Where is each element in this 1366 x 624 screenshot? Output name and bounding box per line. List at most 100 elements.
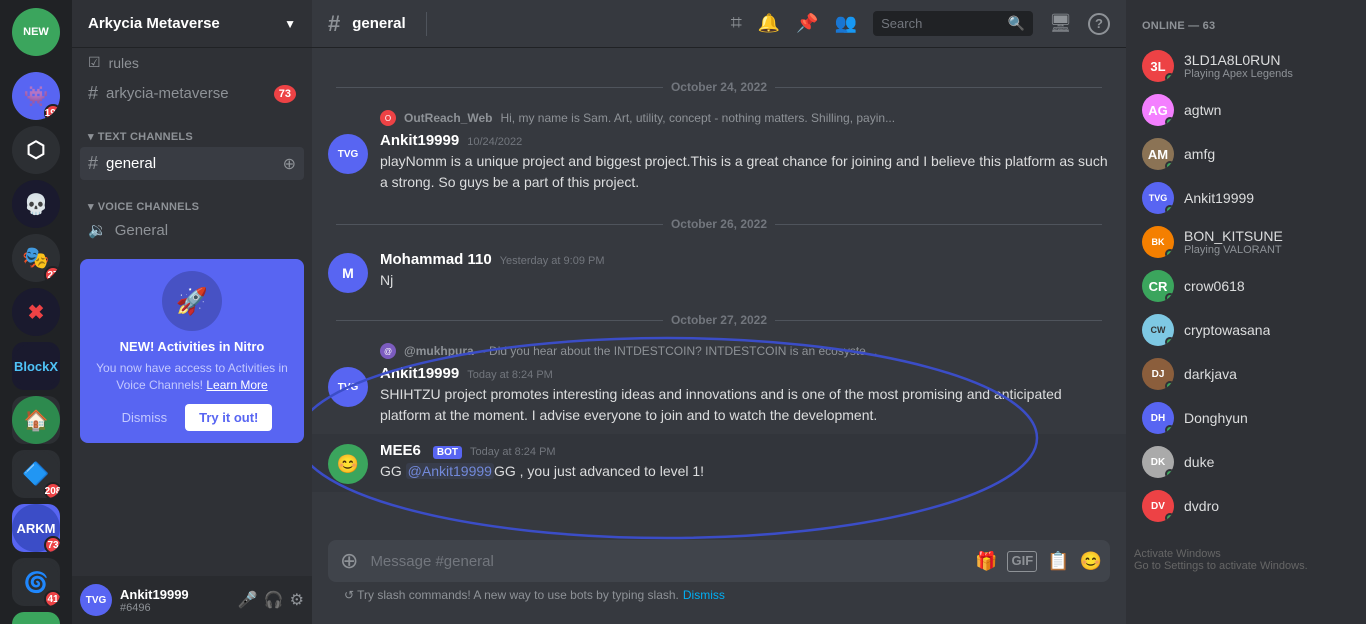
input-icons: 🎁 GIF 📋 😊 <box>975 551 1102 572</box>
chat-header: # general ⌗ 🔔 📌 👥 🔍 🖥 ? <box>312 0 1126 48</box>
member-status-duke <box>1165 469 1174 478</box>
rules-channel[interactable]: ☑ rules <box>72 48 312 77</box>
server-icon-3[interactable]: ⬡ <box>12 126 60 174</box>
msg-time-3: Today at 8:24 PM <box>467 369 553 381</box>
member-status-dvdro <box>1165 513 1174 522</box>
search-icon: 🔍 <box>1008 15 1025 32</box>
text-channels-category[interactable]: ▾ TEXT CHANNELS <box>80 126 304 147</box>
reply-indicator-2: @ @mukhpura - Did you hear about the INT… <box>380 343 1126 361</box>
general-channel-label: general <box>106 155 156 172</box>
member-3ld1a8l0run[interactable]: 3L 3LD1A8L0RUN Playing Apex Legends <box>1134 44 1358 88</box>
add-member-icon[interactable]: ⊕ <box>283 154 296 174</box>
member-status-amfg <box>1165 161 1174 170</box>
message-input[interactable] <box>370 541 967 582</box>
emoji-icon[interactable]: 😊 <box>1080 551 1102 572</box>
msg-content-2: Mohammad 110 Yesterday at 9:09 PM Nj <box>380 251 1110 293</box>
member-status-3ld <box>1165 73 1174 82</box>
dismiss-slash-link[interactable]: Dismiss <box>683 588 725 602</box>
server-list: NEW 👾 191 ⬡ 💀 🎭 27 ✖ BlockX 🏠 🔷 208 ARKM… <box>0 0 72 624</box>
chat-input-area: ⊕ 🎁 GIF 📋 😊 ↺ Try slash commands! A new … <box>312 540 1126 624</box>
member-status-crypto <box>1165 337 1174 346</box>
inbox-icon[interactable]: 🖥 <box>1049 13 1072 34</box>
server-badge-5: 27 <box>44 266 60 282</box>
nitro-rocket-icon: 🚀 <box>162 271 222 331</box>
threads-icon[interactable]: ⌗ <box>731 12 742 35</box>
voice-general-channel[interactable]: 🔉 General <box>80 217 304 243</box>
member-status-bon <box>1165 249 1174 258</box>
member-name-agtwn: agtwn <box>1184 102 1221 118</box>
user-name: Ankit19999 <box>120 587 230 602</box>
member-dvdro[interactable]: DV dvdro <box>1134 484 1358 528</box>
search-bar[interactable]: 🔍 <box>873 11 1033 36</box>
member-agtwn[interactable]: AG agtwn <box>1134 88 1358 132</box>
reply-text-1: Hi, my name is Sam. Art, utility, concep… <box>500 111 895 125</box>
server-icon-2[interactable]: 👾 191 <box>12 72 60 120</box>
gift-icon[interactable]: 🎁 <box>975 551 997 572</box>
msg-header-2: Mohammad 110 Yesterday at 9:09 PM <box>380 251 1110 268</box>
voice-channels-label: VOICE CHANNELS <box>98 201 199 213</box>
member-name-crow: crow0618 <box>1184 278 1245 294</box>
member-cryptowasana[interactable]: CW cryptowasana <box>1134 308 1358 352</box>
help-icon[interactable]: ? <box>1088 13 1110 35</box>
gif-icon[interactable]: GIF <box>1007 551 1037 572</box>
try-it-button[interactable]: Try it out! <box>185 404 272 431</box>
member-amfg[interactable]: AM amfg <box>1134 132 1358 176</box>
member-crow0618[interactable]: CR crow0618 <box>1134 264 1358 308</box>
mute-channel-icon[interactable]: 🔔 <box>758 13 780 34</box>
header-divider <box>426 12 427 36</box>
member-status-crow <box>1165 293 1174 302</box>
sticker-icon[interactable]: 📋 <box>1047 551 1069 572</box>
dismiss-button[interactable]: Dismiss <box>112 404 178 431</box>
member-name-duke: duke <box>1184 454 1214 470</box>
member-name-amfg: amfg <box>1184 146 1215 162</box>
server-icon-8[interactable]: 🏠 <box>12 396 60 444</box>
mee6-avatar: 😊 <box>328 444 368 484</box>
member-donghyun[interactable]: DH Donghyun <box>1134 396 1358 440</box>
server-icon-blockx[interactable]: BlockX <box>12 342 60 390</box>
settings-icon[interactable]: ⚙ <box>290 590 304 610</box>
server-icon-4[interactable]: 💀 <box>12 180 60 228</box>
member-avatar-crypto: CW <box>1142 314 1174 346</box>
pin-icon[interactable]: 📌 <box>796 13 818 34</box>
server-icon-9[interactable]: 🔷 208 <box>12 450 60 498</box>
member-bon-kitsune[interactable]: BK BON_KITSUNE Playing VALORANT <box>1134 220 1358 264</box>
learn-more-link[interactable]: Learn More <box>206 378 267 392</box>
member-avatar-bon: BK <box>1142 226 1174 258</box>
member-info-crow: crow0618 <box>1184 278 1245 294</box>
general-channel[interactable]: # general ⊕ <box>80 147 304 180</box>
members-icon[interactable]: 👥 <box>835 13 857 34</box>
server-icon-arkm[interactable]: ARKM 73 <box>12 504 60 552</box>
search-input[interactable] <box>881 16 1002 31</box>
text-channels-section: ▾ TEXT CHANNELS # general ⊕ <box>72 110 312 180</box>
voice-channels-category[interactable]: ▾ VOICE CHANNELS <box>80 196 304 217</box>
arkycia-metaverse-channel[interactable]: # arkycia-metaverse 73 <box>80 77 304 110</box>
member-avatar-agtwn: AG <box>1142 94 1174 126</box>
member-info-dvdro: dvdro <box>1184 498 1219 514</box>
mute-icon[interactable]: 🎤 <box>238 590 258 610</box>
server-icon-new[interactable]: NEW <box>12 8 60 56</box>
user-actions: 🎤 🎧 ⚙ <box>238 590 304 610</box>
msg-avatar-3: TVG <box>328 367 368 407</box>
server-header[interactable]: Arkycia Metaverse ▼ <box>72 0 312 48</box>
member-status-agtwn <box>1165 117 1174 126</box>
bot-badge: BOT <box>433 446 462 459</box>
server-icon-11[interactable]: 🌀 41 <box>12 558 60 606</box>
member-ankit19999[interactable]: TVG Ankit19999 <box>1134 176 1358 220</box>
slash-tip: ↺ Try slash commands! A new way to use b… <box>328 582 1110 608</box>
member-name-3ld: 3LD1A8L0RUN <box>1184 52 1293 68</box>
member-darkjava[interactable]: DJ darkjava <box>1134 352 1358 396</box>
member-game-bon: Playing VALORANT <box>1184 244 1283 256</box>
deafen-icon[interactable]: 🎧 <box>264 590 284 610</box>
general-hash-icon: # <box>88 153 98 174</box>
add-file-icon[interactable]: ⊕ <box>336 540 362 582</box>
server-icon-new2[interactable]: NEW <box>12 612 60 624</box>
nitro-title: NEW! Activities in Nitro <box>92 339 292 354</box>
server-icon-5[interactable]: 🎭 27 <box>12 234 60 282</box>
member-duke[interactable]: DK duke <box>1134 440 1358 484</box>
date-divider-oct27: October 27, 2022 <box>328 313 1110 327</box>
msg-time-1: 10/24/2022 <box>467 136 522 148</box>
chevron-icon: ▾ <box>88 130 94 143</box>
reply-indicator-1: O OutReach_Web Hi, my name is Sam. Art, … <box>380 110 1126 128</box>
channel-hash-icon: # <box>328 11 340 37</box>
server-icon-6[interactable]: ✖ <box>12 288 60 336</box>
